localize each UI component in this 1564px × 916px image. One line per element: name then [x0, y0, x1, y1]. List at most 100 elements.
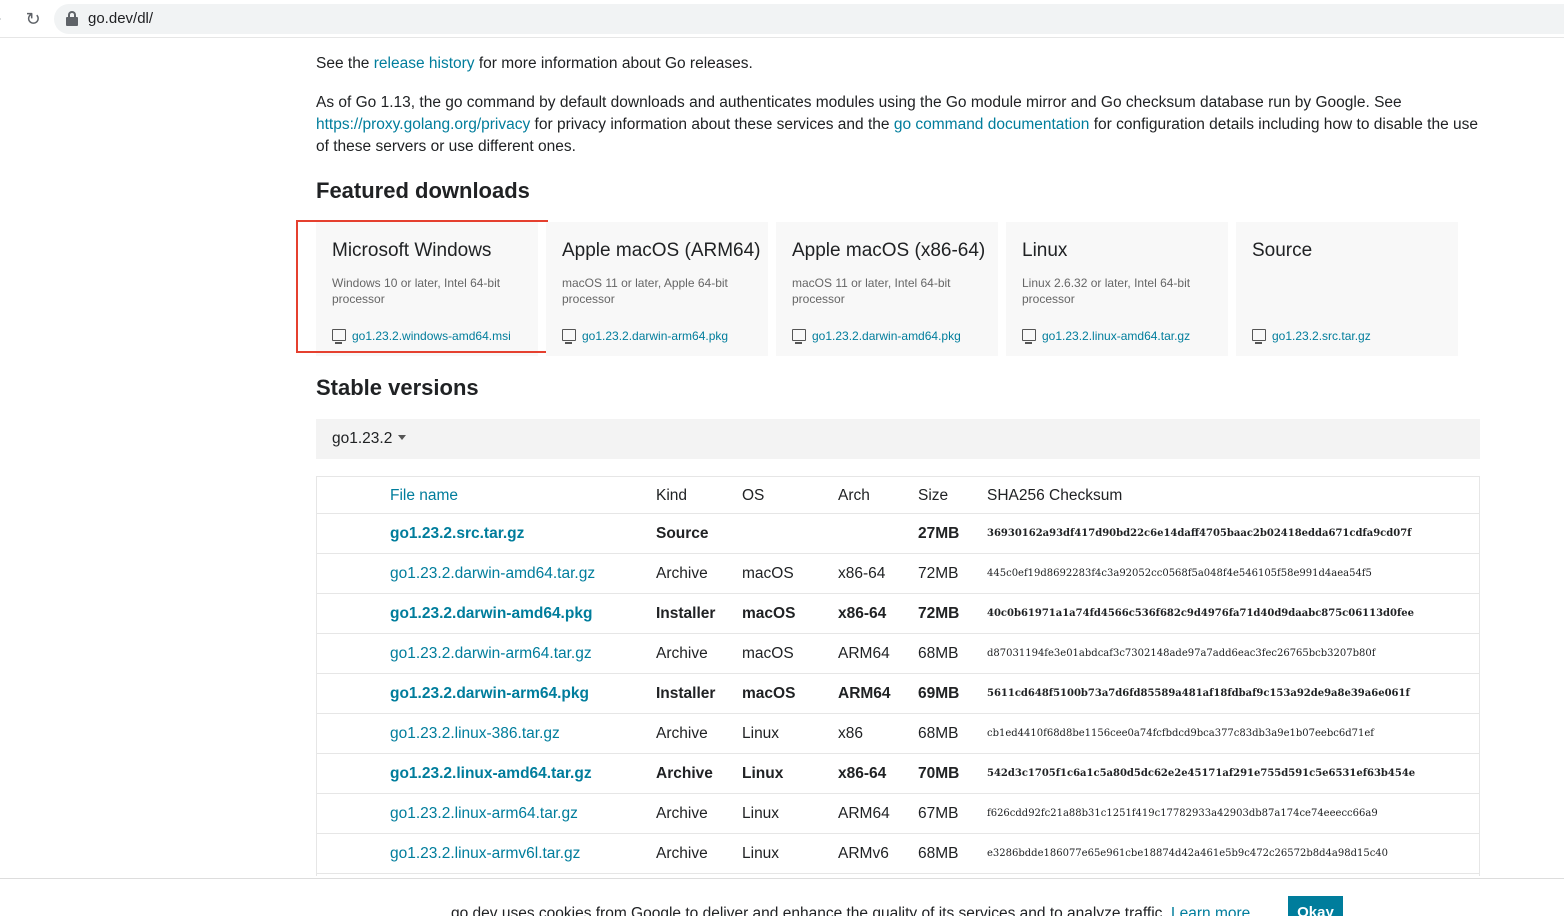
sha256-cell: 5611cd648f5100b73a7d6fd85589a481af18fdba… [987, 688, 1410, 699]
file-name-link[interactable]: go1.23.2.linux-amd64.tar.gz [390, 754, 592, 794]
arch-cell: ARMv6 [838, 845, 889, 862]
featured-downloads-heading: Featured downloads [316, 178, 530, 203]
card-title: Microsoft Windows [332, 240, 492, 261]
table-row: go1.23.2.linux-386.tar.gz Archive Linux x86… [317, 714, 1479, 754]
sha256-cell: e3286bdde186077e65e961cbe18874d42a461e5b… [987, 848, 1389, 859]
release-history-paragraph: See the release history for more informa… [316, 53, 1480, 75]
kind-cell: Archive [656, 725, 708, 742]
intro-text: for privacy information about these serv… [530, 116, 894, 133]
reload-icon[interactable]: ↻ [22, 8, 44, 30]
intro-text: for more information about Go releases. [474, 55, 753, 72]
table-row: go1.23.2.linux-armv6l.tar.gz Archive Linux… [317, 834, 1479, 874]
card-file-name[interactable]: go1.23.2.windows-amd64.msi [352, 329, 511, 343]
card-file-link[interactable]: go1.23.2.darwin-amd64.pkg [792, 327, 961, 344]
size-cell: 72MB [918, 605, 960, 622]
table-row: go1.23.2.darwin-arm64.pkg Installer macOS A… [317, 674, 1479, 714]
file-name-link[interactable]: go1.23.2.darwin-arm64.tar.gz [390, 634, 592, 674]
file-name-link[interactable]: go1.23.2.linux-armv6l.tar.gz [390, 834, 580, 874]
card-file-name[interactable]: go1.23.2.src.tar.gz [1272, 329, 1371, 343]
cookie-message-text: go.dev uses cookies from Google to deliv… [451, 905, 1167, 916]
downloads-table: File name Kind OS Arch Size SHA256 Check… [316, 476, 1480, 876]
size-cell: 68MB [918, 645, 959, 662]
card-title: Apple macOS (x86-64) [792, 240, 986, 261]
file-name-link[interactable]: go1.23.2.darwin-amd64.pkg [390, 594, 592, 634]
download-card-source[interactable]: Source go1.23.2.src.tar.gz [1236, 222, 1458, 356]
kind-cell: Archive [656, 765, 713, 782]
card-file-name[interactable]: go1.23.2.linux-amd64.tar.gz [1042, 329, 1190, 343]
download-card-windows[interactable]: Microsoft Windows Windows 10 or later, I… [316, 222, 538, 356]
card-title: Linux [1022, 240, 1068, 261]
file-name-link[interactable]: go1.23.2.linux-386.tar.gz [390, 714, 560, 754]
sha256-cell: 445c0ef19d8692283f4c3a92052cc0568f5a048f… [987, 568, 1372, 579]
intro-text: As of Go 1.13, the go command by default… [316, 94, 1402, 111]
file-name-link[interactable]: go1.23.2.src.tar.gz [390, 514, 524, 554]
size-cell: 69MB [918, 685, 960, 702]
arch-cell: ARM64 [838, 645, 890, 662]
os-cell: Linux [742, 765, 784, 782]
table-body: go1.23.2.src.tar.gz Source 27MB 36930162a93… [317, 514, 1479, 874]
kind-cell: Archive [656, 645, 708, 662]
card-title: Source [1252, 240, 1313, 261]
forward-arrow-icon[interactable]: › [0, 10, 10, 28]
size-cell: 72MB [918, 565, 959, 582]
table-header: File name Kind OS Arch Size SHA256 Check… [317, 477, 1479, 514]
arch-cell: ARM64 [838, 805, 890, 822]
column-header-sha256: SHA256 Checksum [987, 487, 1123, 504]
card-file-link[interactable]: go1.23.2.src.tar.gz [1252, 327, 1371, 344]
kind-cell: Archive [656, 845, 708, 862]
card-file-link[interactable]: go1.23.2.darwin-arm64.pkg [562, 327, 728, 344]
file-name-link[interactable]: go1.23.2.darwin-amd64.tar.gz [390, 554, 595, 594]
download-icon [1022, 329, 1036, 344]
card-file-link[interactable]: go1.23.2.linux-amd64.tar.gz [1022, 327, 1190, 344]
card-file-name[interactable]: go1.23.2.darwin-amd64.pkg [812, 329, 961, 343]
sha256-cell: d87031194fe3e01abdcaf3c7302148ade97a7add… [987, 648, 1376, 659]
download-card-macos-x86-64[interactable]: Apple macOS (x86-64) macOS 11 or later, … [776, 222, 998, 356]
kind-cell: Installer [656, 605, 716, 622]
intro-text: See the [316, 55, 374, 72]
browser-toolbar: › ↻ go.dev/dl/ [0, 0, 1564, 38]
column-header-kind: Kind [656, 487, 688, 504]
card-description: Linux 2.6.32 or later, Intel 64-bit proc… [1022, 276, 1191, 306]
kind-cell: Installer [656, 685, 716, 702]
table-row: go1.23.2.linux-arm64.tar.gz Archive Linux A… [317, 794, 1479, 834]
card-description: Windows 10 or later, Intel 64-bit proces… [332, 276, 501, 306]
cookie-notice: go.dev uses cookies from Google to deliv… [0, 878, 1564, 916]
size-cell: 27MB [918, 525, 960, 542]
address-url[interactable]: go.dev/dl/ [88, 10, 153, 28]
learn-more-link[interactable]: Learn more. [1171, 905, 1255, 916]
table-row: go1.23.2.src.tar.gz Source 27MB 36930162a93… [317, 514, 1479, 554]
okay-button[interactable]: Okay [1288, 896, 1343, 916]
sha256-cell: 36930162a93df417d90bd22c6e14daff4705baac… [987, 528, 1412, 539]
kind-cell: Archive [656, 565, 708, 582]
go-command-doc-link[interactable]: go command documentation [894, 116, 1090, 133]
os-cell: macOS [742, 605, 796, 622]
proxy-privacy-link[interactable]: https://proxy.golang.org/privacy [316, 116, 530, 133]
download-card-linux[interactable]: Linux Linux 2.6.32 or later, Intel 64-bi… [1006, 222, 1228, 356]
card-title: Apple macOS (ARM64) [562, 240, 761, 261]
download-icon [332, 329, 346, 344]
table-row: go1.23.2.darwin-arm64.tar.gz Archive macOS… [317, 634, 1479, 674]
download-card-macos-arm64[interactable]: Apple macOS (ARM64) macOS 11 or later, A… [546, 222, 768, 356]
size-cell: 68MB [918, 845, 959, 862]
card-description: macOS 11 or later, Intel 64-bit processo… [792, 276, 951, 306]
card-file-name[interactable]: go1.23.2.darwin-arm64.pkg [582, 329, 728, 343]
featured-cards: Microsoft Windows Windows 10 or later, I… [296, 220, 1480, 356]
column-header-size: Size [918, 487, 949, 504]
download-icon [792, 329, 806, 344]
arch-cell: ARM64 [838, 685, 891, 702]
card-file-link[interactable]: go1.23.2.windows-amd64.msi [332, 327, 511, 344]
sha256-cell: 542d3c1705f1c6a1c5a80d5dc62e2e45171af291… [987, 768, 1416, 779]
release-history-link[interactable]: release history [374, 55, 475, 72]
table-row: go1.23.2.darwin-amd64.tar.gz Archive macOS… [317, 554, 1479, 594]
size-cell: 67MB [918, 805, 959, 822]
version-selector-value[interactable]: go1.23.2 [332, 430, 407, 448]
version-selector[interactable]: go1.23.2 [316, 419, 1480, 459]
os-cell: macOS [742, 685, 796, 702]
table-row: go1.23.2.linux-amd64.tar.gz Archive Linux x… [317, 754, 1479, 794]
address-bar[interactable]: go.dev/dl/ [54, 4, 1564, 34]
column-header-os: OS [742, 487, 765, 504]
file-name-link[interactable]: go1.23.2.darwin-arm64.pkg [390, 674, 589, 714]
file-name-link[interactable]: go1.23.2.linux-arm64.tar.gz [390, 794, 578, 834]
size-cell: 68MB [918, 725, 959, 742]
lock-icon [66, 11, 78, 26]
